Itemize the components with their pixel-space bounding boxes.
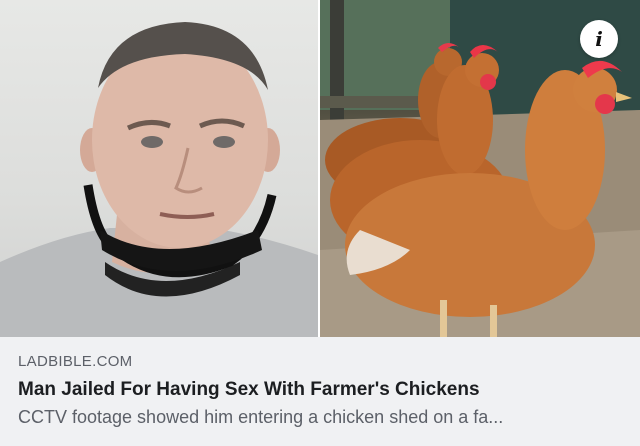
article-headline[interactable]: Man Jailed For Having Sex With Farmer's … [18,378,628,402]
source-domain: LADBIBLE.COM [18,353,133,370]
link-preview-text[interactable]: LADBIBLE.COM Man Jailed For Having Sex W… [18,352,628,429]
link-preview-card[interactable]: i LADBIBLE.COM Man Jailed For Having Sex… [0,0,640,446]
article-subtitle: CCTV footage showed him entering a chick… [18,407,504,427]
mugshot-photo [0,0,318,337]
preview-images[interactable]: i [0,0,640,337]
info-button[interactable]: i [580,20,618,58]
mugshot-illustration [0,22,318,337]
info-icon: i [595,27,603,51]
